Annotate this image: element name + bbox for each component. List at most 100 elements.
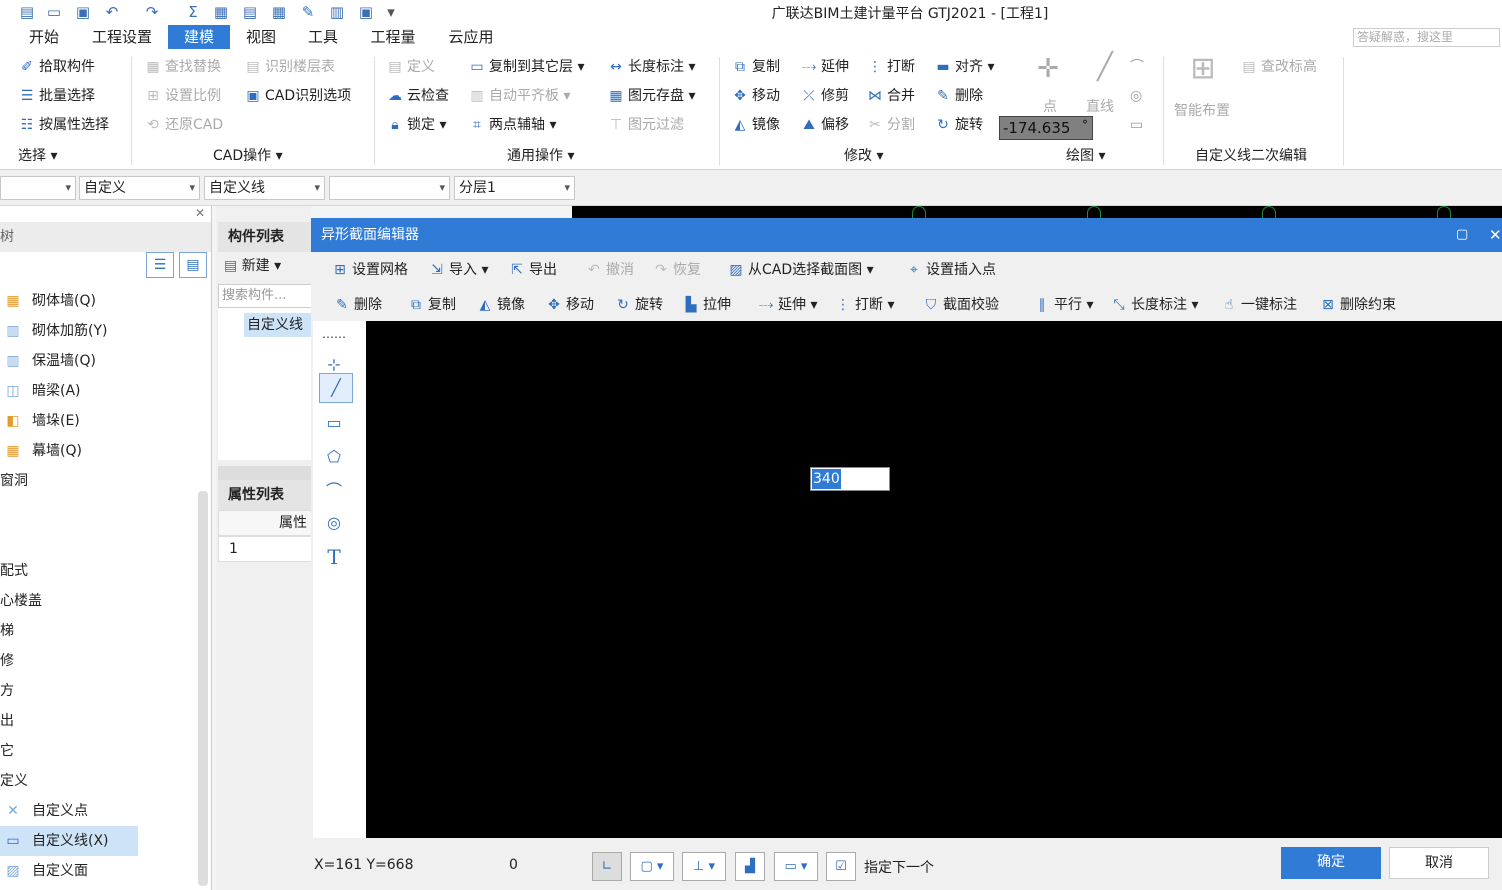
set-insert-point-button[interactable]: ⌖ 设置插入点 xyxy=(905,256,996,284)
tab-modeling[interactable]: 建模 xyxy=(168,25,230,49)
tree-group-decoration[interactable]: 修 xyxy=(0,646,14,676)
offset-button[interactable]: ⛰︎ 偏移 xyxy=(800,113,849,137)
select-from-cad-button[interactable]: ▨ 从CAD选择截面图 ▾ xyxy=(727,256,873,284)
arc-icon[interactable]: ⌒ xyxy=(319,477,349,505)
tree-item-insulation-wall[interactable]: ▥ 保温墙(Q) xyxy=(4,346,96,376)
tree-group-prefab[interactable]: 配式 xyxy=(0,556,28,586)
scrollbar[interactable] xyxy=(198,491,208,886)
tree-group-openings[interactable]: 窗洞 xyxy=(0,466,28,496)
delete-button[interactable]: ✎ 删除 xyxy=(934,84,983,108)
cad-options-button[interactable]: ▣ CAD识别选项 xyxy=(244,84,351,108)
sum-icon[interactable]: Σ xyxy=(184,3,202,21)
line-icon[interactable]: ╱ xyxy=(1085,54,1125,80)
new-component-button[interactable]: ▤ 新建 ▾ xyxy=(224,254,281,278)
rectangle-icon[interactable]: ▭ xyxy=(1130,113,1143,137)
cloud-check-button[interactable]: ☁ 云检查 xyxy=(386,84,449,108)
rectangle-icon[interactable]: ▭ xyxy=(319,409,349,437)
section-delete-button[interactable]: ✎ 删除 xyxy=(333,291,382,319)
export-button[interactable]: ⇱ 导出 xyxy=(508,256,557,284)
tree-group-hollow-slab[interactable]: 心楼盖 xyxy=(0,586,42,616)
element-filter-button[interactable]: ⊤ 图元过滤 xyxy=(607,113,684,137)
import-button[interactable]: ⇲ 导入 ▾ xyxy=(428,256,488,284)
section-stretch-button[interactable]: ▙ 拉伸 xyxy=(682,291,731,319)
ok-button[interactable]: 确定 xyxy=(1281,847,1381,879)
grid-icon[interactable]: ▥ xyxy=(328,3,346,21)
tree-item-custom-point[interactable]: ✕ 自定义点 xyxy=(4,796,88,826)
extend-button[interactable]: ⤏ 延伸 xyxy=(800,55,849,79)
input-toggle-icon[interactable]: ▭ ▾ xyxy=(774,852,818,881)
open-folder-icon[interactable]: ▭ xyxy=(45,3,63,21)
move-button[interactable]: ✥ 移动 xyxy=(731,84,780,108)
group-custom-edit[interactable]: 自定义线二次编辑 xyxy=(1195,145,1307,167)
restore-cad-button[interactable]: ⟲ 还原CAD xyxy=(144,113,223,137)
parallel-button[interactable]: ∥ 平行 ▾ xyxy=(1033,291,1094,319)
section-rotate-button[interactable]: ↻ 旋转 xyxy=(614,291,663,319)
tree-group-custom[interactable]: 定义 xyxy=(0,766,28,796)
export-icon[interactable]: ▣ xyxy=(357,3,375,21)
tree-group-earthwork[interactable]: 方 xyxy=(0,676,14,706)
line-tool-icon[interactable]: ╱ xyxy=(319,373,353,403)
component-search-input[interactable]: 搜索构件... xyxy=(218,284,313,308)
length-input[interactable]: 340 xyxy=(810,467,890,491)
align-button[interactable]: ▬ 对齐 ▾ xyxy=(934,55,994,79)
redo-icon[interactable]: ↷ xyxy=(143,3,161,21)
group-cad[interactable]: CAD操作 ▾ xyxy=(213,145,283,167)
tab-cloud[interactable]: 云应用 xyxy=(440,25,502,49)
maximize-icon[interactable]: ▢ xyxy=(1456,218,1468,252)
dynamic-input-icon[interactable]: ☑ xyxy=(826,852,856,881)
preview-icon[interactable]: ▤ xyxy=(241,3,259,21)
redo-button[interactable]: ↷ 恢复 xyxy=(652,256,701,284)
section-check-button[interactable]: ⛉ 截面校验 xyxy=(922,291,999,319)
split-button[interactable]: ✂ 分割 xyxy=(866,113,915,137)
length-dim-button[interactable]: ↔ 长度标注 ▾ xyxy=(607,55,695,79)
group-common[interactable]: 通用操作 ▾ xyxy=(507,145,574,167)
copy-to-floor-button[interactable]: ▭ 复制到其它层 ▾ xyxy=(468,55,584,79)
property-row[interactable]: 1 xyxy=(218,536,313,562)
tree-item-masonry-wall[interactable]: ▦ 砌体墙(Q) xyxy=(4,286,96,316)
close-icon[interactable]: ✕ xyxy=(1489,218,1502,252)
drawing-area[interactable] xyxy=(572,206,1502,218)
tree-group-stairs[interactable]: 梯 xyxy=(0,616,14,646)
tree-item-curtain-wall[interactable]: ▦ 幕墙(Q) xyxy=(4,436,82,466)
section-canvas[interactable]: 340 xyxy=(366,321,1502,838)
tree-item-custom-face[interactable]: ▨ 自定义面 xyxy=(4,856,88,886)
tab-tools[interactable]: 工具 xyxy=(300,25,346,49)
list-item[interactable]: 自定义线 xyxy=(244,313,314,337)
tree-group-foundation[interactable]: 出 xyxy=(0,706,14,736)
circle-icon[interactable]: ◎ xyxy=(1130,84,1142,108)
layer-combo[interactable]: 分层1 xyxy=(454,176,575,200)
select-by-attr-button[interactable]: ☷ 按属性选择 xyxy=(18,113,109,137)
snap-toggle-icon[interactable]: ▢ ▾ xyxy=(630,852,674,881)
help-search-input[interactable]: 答疑解惑，搜这里 xyxy=(1353,28,1500,47)
component-combo[interactable] xyxy=(329,176,450,200)
find-replace-button[interactable]: ▦ 查找替换 xyxy=(144,55,221,79)
tree-item-masonry-rebar[interactable]: ▥ 砌体加筋(Y) xyxy=(4,316,107,346)
undo-icon[interactable]: ↶ xyxy=(103,3,121,21)
brush-icon[interactable]: ✎ xyxy=(299,3,317,21)
circle-icon[interactable]: ◎ xyxy=(319,509,349,537)
point-icon[interactable]: ✛ xyxy=(1033,56,1063,82)
polygon-icon[interactable]: ⬠ xyxy=(319,443,349,471)
close-icon[interactable]: ✕ xyxy=(195,206,205,220)
tree-item-wall-pier[interactable]: ◧ 墙垛(E) xyxy=(4,406,79,436)
dim-toggle-icon[interactable]: ⊥ ▾ xyxy=(682,852,726,881)
section-break-button[interactable]: ⋮ 打断 ▾ xyxy=(834,291,894,319)
tab-quantity[interactable]: 工程量 xyxy=(362,25,424,49)
section-mirror-button[interactable]: ◭ 镜像 xyxy=(476,291,525,319)
two-point-axis-button[interactable]: ⌗ 两点辅轴 ▾ xyxy=(468,113,556,137)
group-draw[interactable]: 绘图 ▾ xyxy=(1066,145,1105,167)
auto-align-slab-button[interactable]: ▥ 自动平齐板 ▾ xyxy=(468,84,570,108)
set-grid-button[interactable]: ⊞ 设置网格 xyxy=(331,256,408,284)
angle-input[interactable]: -174.635 ° xyxy=(999,116,1093,140)
merge-button[interactable]: ⋈ 合并 xyxy=(866,84,915,108)
splitter[interactable] xyxy=(218,466,313,480)
tab-project-settings[interactable]: 工程设置 xyxy=(84,25,160,49)
tree-group-other[interactable]: 它 xyxy=(0,736,14,766)
ortho-toggle-icon[interactable]: ∟ xyxy=(592,852,622,881)
type-combo[interactable]: 自定义线 xyxy=(204,176,325,200)
copy-button[interactable]: ⧉ 复制 xyxy=(731,55,780,79)
rotate-button[interactable]: ↻ 旋转 xyxy=(934,113,983,137)
save-icon[interactable]: ▣ xyxy=(74,3,92,21)
group-modify[interactable]: 修改 ▾ xyxy=(844,145,883,167)
section-length-dim-button[interactable]: ⤡ 长度标注 ▾ xyxy=(1110,291,1198,319)
